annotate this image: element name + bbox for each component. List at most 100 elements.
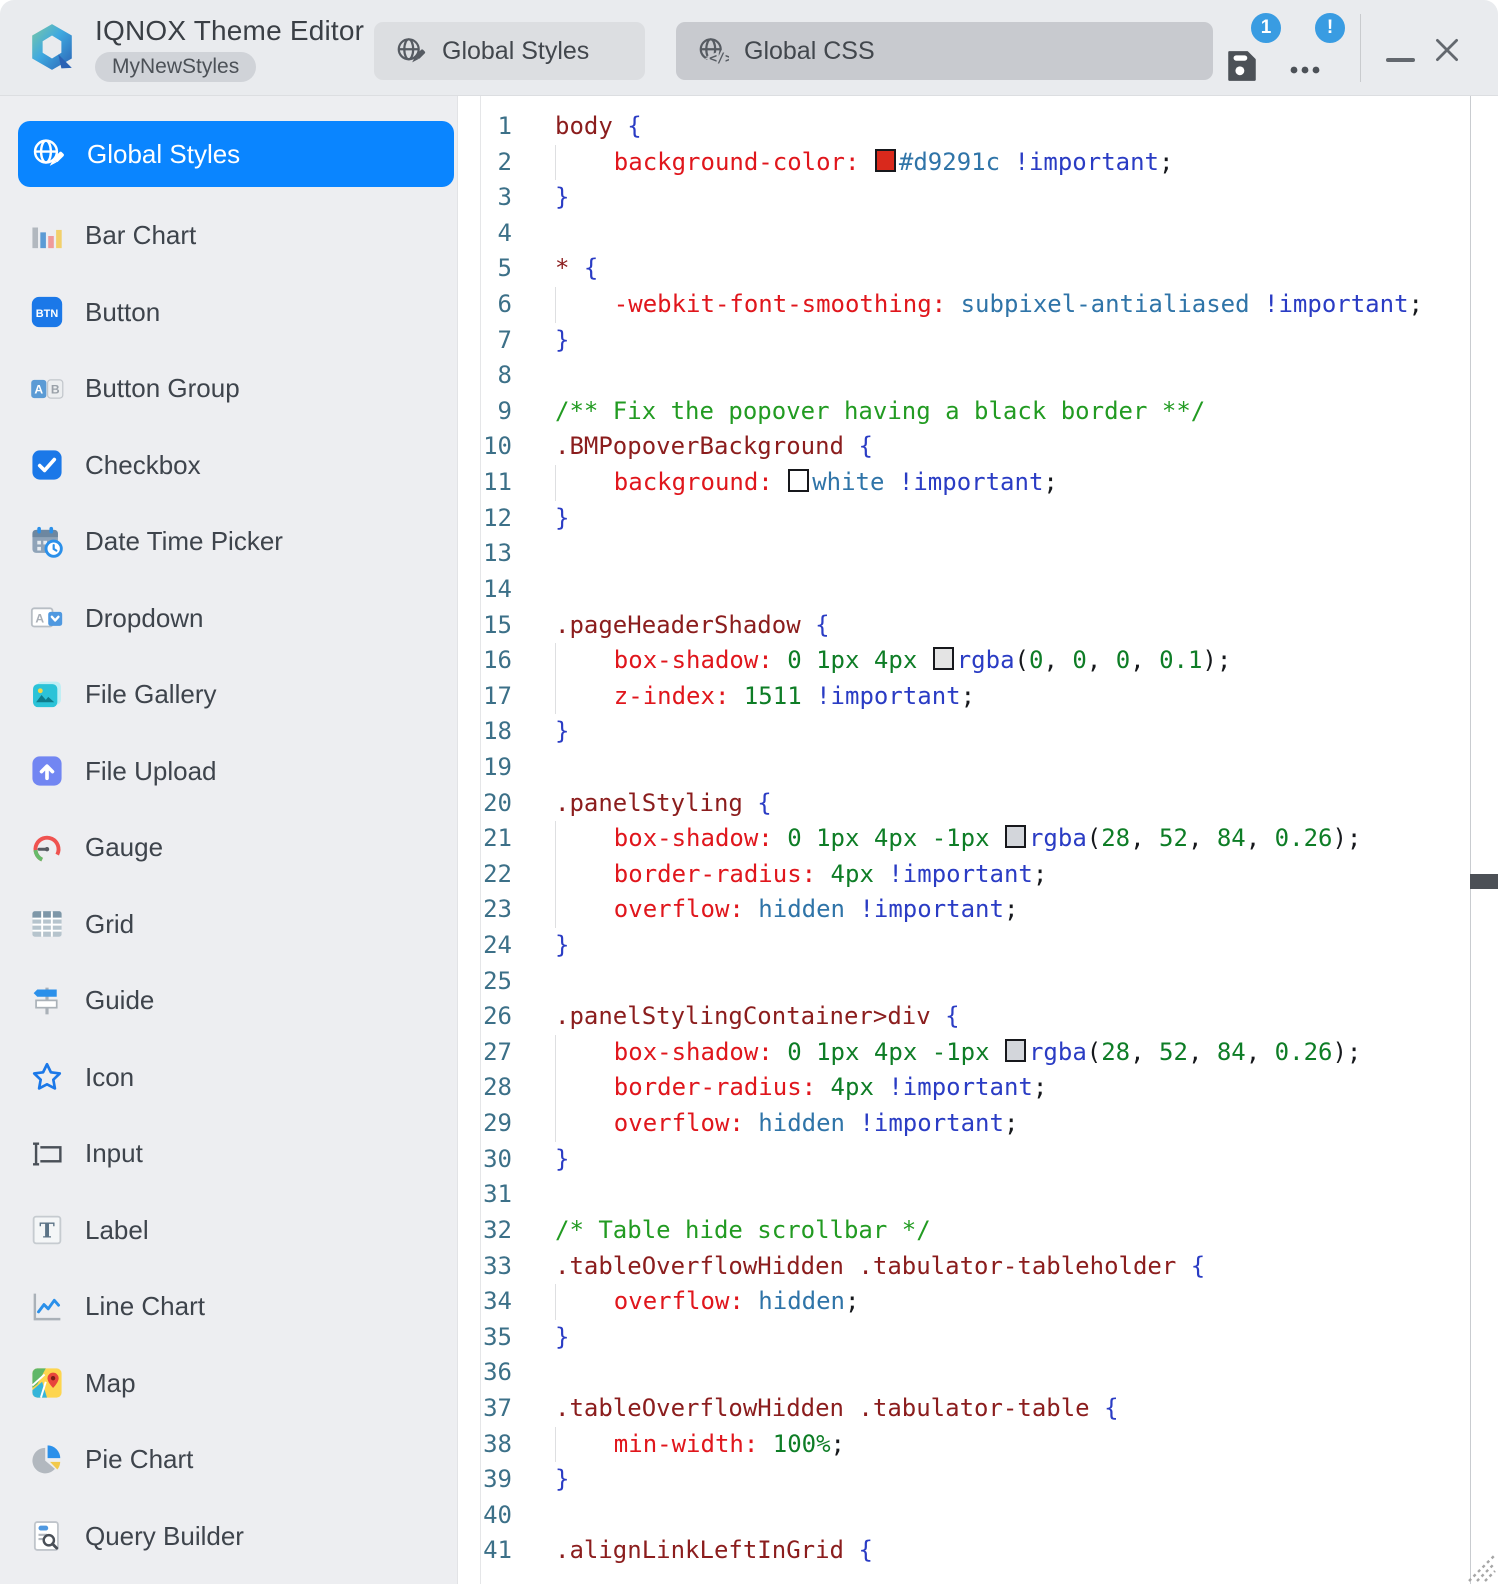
code-text: .panelStylingContainer>div { — [555, 999, 960, 1035]
minimize-button[interactable] — [1386, 58, 1415, 62]
line-number: 22 — [458, 857, 512, 893]
sidebar-item-label: Checkbox — [85, 450, 201, 481]
sidebar-item-map[interactable]: Map — [0, 1345, 457, 1422]
sidebar-item-global-styles[interactable]: Global Styles — [18, 121, 454, 187]
code-line: 33.tableOverflowHidden .tabulator-tableh… — [458, 1249, 1470, 1285]
tab-global-css[interactable]: </> Global CSS — [676, 22, 1213, 80]
sidebar-item-line-chart[interactable]: Line Chart — [0, 1269, 457, 1346]
sidebar-item-label: Button Group — [85, 373, 240, 404]
code-line: 7} — [458, 323, 1470, 359]
sidebar-item-button-group[interactable]: ABButton Group — [0, 351, 457, 428]
code-text: } — [555, 501, 569, 537]
sidebar-item-query-builder[interactable]: Query Builder — [0, 1498, 457, 1575]
sidebar: Global Styles Bar Chart BTNButtonABButton … — [0, 96, 458, 1584]
sidebar-item-label: Dropdown — [85, 603, 204, 634]
window-resize-grip[interactable] — [1455, 1541, 1497, 1583]
sidebar-item-label: Map — [85, 1368, 136, 1399]
code-line: 35} — [458, 1320, 1470, 1356]
line-number: 1 — [458, 109, 512, 145]
tab-label: Global CSS — [744, 37, 875, 66]
code-line: 19 — [458, 750, 1470, 786]
indent-guide — [555, 465, 614, 501]
sidebar-item-icon[interactable]: Icon — [0, 1039, 457, 1116]
save-button[interactable]: 1 — [1224, 26, 1276, 84]
code-line: 5* { — [458, 251, 1470, 287]
svg-text:</>: </> — [709, 51, 729, 66]
line-number: 35 — [458, 1320, 512, 1356]
sidebar-item-date-time-picker[interactable]: Date Time Picker — [0, 504, 457, 581]
indent-guide — [555, 679, 614, 715]
code-text: } — [555, 1462, 569, 1498]
code-text: border-radius: 4px !important; — [555, 1070, 1047, 1106]
sidebar-item-pie-chart[interactable]: Pie Chart — [0, 1422, 457, 1499]
guide-icon — [30, 984, 64, 1018]
line-number: 21 — [458, 821, 512, 857]
code-line: 37.tableOverflowHidden .tabulator-table … — [458, 1391, 1470, 1427]
panel-resize-handle[interactable] — [1470, 874, 1498, 889]
globe-code-icon: </> — [698, 36, 729, 67]
sidebar-item-dropdown[interactable]: ADropdown — [0, 580, 457, 657]
sidebar-item-bar-chart[interactable]: Bar Chart — [0, 198, 457, 275]
input-icon — [30, 1137, 64, 1171]
sidebar-item-label: Gauge — [85, 832, 163, 863]
line-number: 32 — [458, 1213, 512, 1249]
code-text: .tableOverflowHidden .tabulator-tablehol… — [555, 1249, 1205, 1285]
code-line: 29overflow: hidden !important; — [458, 1106, 1470, 1142]
line-number: 20 — [458, 786, 512, 822]
color-swatch[interactable] — [788, 469, 809, 492]
line-number: 13 — [458, 536, 512, 572]
code-line: 30} — [458, 1142, 1470, 1178]
css-code-editor[interactable]: 1body {2background-color: #d9291c !impor… — [458, 96, 1471, 1584]
code-line: 20.panelStyling { — [458, 786, 1470, 822]
sidebar-item-label: Icon — [85, 1062, 134, 1093]
code-line: 40 — [458, 1498, 1470, 1534]
sidebar-item-gauge[interactable]: Gauge — [0, 810, 457, 887]
save-count-badge: 1 — [1250, 12, 1282, 44]
sidebar-item-label: Query Builder — [85, 1521, 244, 1552]
indent-guide — [555, 1035, 614, 1071]
line-number: 18 — [458, 714, 512, 750]
sidebar-item-label: Grid — [85, 909, 134, 940]
svg-text:BTN: BTN — [36, 308, 59, 320]
sidebar-item-grid[interactable]: Grid — [0, 886, 457, 963]
sidebar-item-checkbox[interactable]: Checkbox — [0, 427, 457, 504]
line-number: 24 — [458, 928, 512, 964]
line-number: 11 — [458, 465, 512, 501]
button-icon: BTN — [30, 295, 64, 329]
code-text: /* Table hide scrollbar */ — [555, 1213, 931, 1249]
code-line: 14 — [458, 572, 1470, 608]
sidebar-item-label[interactable]: TLabel — [0, 1192, 457, 1269]
sidebar-item-input[interactable]: Input — [0, 1116, 457, 1193]
sidebar-item-label: Guide — [85, 985, 154, 1016]
code-line: 4 — [458, 216, 1470, 252]
svg-text:A: A — [34, 382, 43, 396]
more-options-button[interactable]: ! — [1288, 26, 1340, 84]
iqnox-logo-icon — [27, 22, 77, 72]
code-text: .tableOverflowHidden .tabulator-table { — [555, 1391, 1119, 1427]
color-swatch[interactable] — [933, 647, 954, 670]
code-text: box-shadow: 0 1px 4px -1px rgba(28, 52, … — [555, 1035, 1361, 1071]
line-number: 25 — [458, 964, 512, 1000]
sidebar-item-file-upload[interactable]: File Upload — [0, 733, 457, 810]
color-swatch[interactable] — [1005, 825, 1026, 848]
code-line: 21box-shadow: 0 1px 4px -1px rgba(28, 52… — [458, 821, 1470, 857]
code-line: 12} — [458, 501, 1470, 537]
alert-badge: ! — [1314, 12, 1346, 44]
sidebar-item-file-gallery[interactable]: File Gallery — [0, 657, 457, 734]
app-title: IQNOX Theme Editor — [95, 15, 364, 47]
line-number: 6 — [458, 287, 512, 323]
sidebar-item-button[interactable]: BTNButton — [0, 274, 457, 351]
color-swatch[interactable] — [875, 149, 896, 172]
line-number: 31 — [458, 1177, 512, 1213]
close-button[interactable] — [1431, 34, 1463, 66]
code-line: 24} — [458, 928, 1470, 964]
tab-global-styles[interactable]: Global Styles — [374, 22, 645, 80]
code-line: 36 — [458, 1355, 1470, 1391]
sidebar-item-label: Bar Chart — [85, 220, 196, 251]
sidebar-item-guide[interactable]: Guide — [0, 963, 457, 1040]
line-number: 26 — [458, 999, 512, 1035]
color-swatch[interactable] — [1005, 1039, 1026, 1062]
indent-guide — [555, 1427, 614, 1463]
code-line: 27box-shadow: 0 1px 4px -1px rgba(28, 52… — [458, 1035, 1470, 1071]
line-number: 29 — [458, 1106, 512, 1142]
